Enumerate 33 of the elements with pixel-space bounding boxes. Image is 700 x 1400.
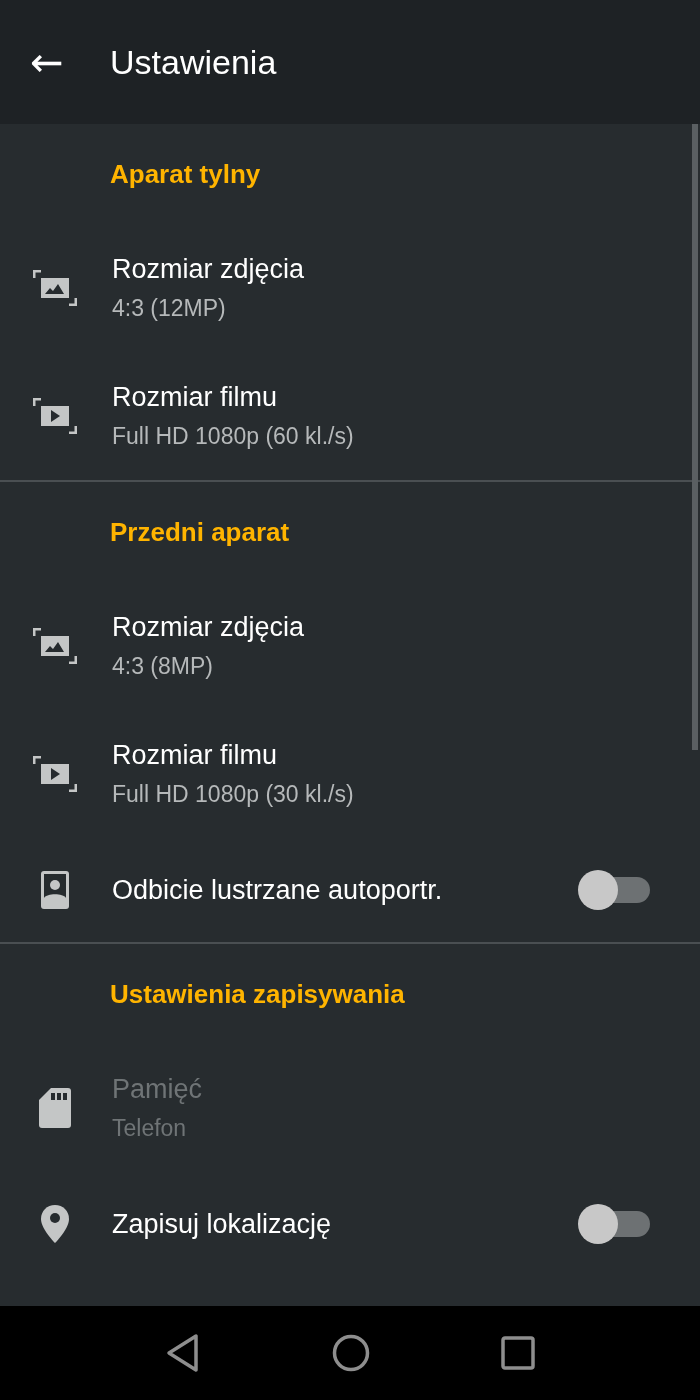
back-button[interactable]: ← bbox=[0, 42, 98, 82]
sd-card-icon bbox=[39, 1088, 71, 1128]
setting-title: Zapisuj lokalizację bbox=[112, 1208, 333, 1240]
setting-value: Full HD 1080p (30 kl./s) bbox=[112, 781, 354, 808]
setting-value: Full HD 1080p (60 kl./s) bbox=[112, 423, 354, 450]
setting-title: Rozmiar zdjęcia bbox=[112, 254, 305, 285]
setting-title: Rozmiar zdjęcia bbox=[112, 612, 305, 643]
section-header: Ustawienia zapisywania bbox=[110, 978, 405, 1010]
section-header: Przedni aparat bbox=[110, 516, 290, 548]
toggle-switch[interactable] bbox=[578, 1204, 650, 1244]
toggle-switch[interactable] bbox=[578, 870, 650, 910]
setting-title: Pamięć bbox=[112, 1074, 203, 1105]
setting-item[interactable]: Rozmiar zdjęcia 4:3 (8MP) bbox=[112, 612, 305, 680]
video-size-icon bbox=[33, 398, 77, 434]
setting-item[interactable]: Rozmiar filmu Full HD 1080p (60 kl./s) bbox=[112, 382, 354, 450]
setting-item[interactable]: Rozmiar filmu Full HD 1080p (30 kl./s) bbox=[112, 740, 354, 808]
home-icon[interactable] bbox=[332, 1334, 370, 1372]
setting-title: Odbicie lustrzane autoportr. bbox=[112, 874, 444, 906]
setting-item[interactable]: Rozmiar zdjęcia 4:3 (12MP) bbox=[112, 254, 305, 322]
portrait-icon bbox=[40, 870, 70, 910]
setting-title: Rozmiar filmu bbox=[112, 382, 279, 413]
setting-value: Telefon bbox=[112, 1115, 188, 1142]
video-size-icon bbox=[33, 756, 77, 792]
setting-value: 4:3 (8MP) bbox=[112, 653, 214, 680]
setting-title: Rozmiar filmu bbox=[112, 740, 279, 771]
recents-icon[interactable] bbox=[500, 1336, 535, 1370]
setting-value: 4:3 (12MP) bbox=[112, 295, 227, 322]
photo-size-icon bbox=[33, 270, 77, 306]
location-pin-icon bbox=[40, 1204, 70, 1244]
scrollbar[interactable] bbox=[692, 124, 698, 750]
photo-size-icon bbox=[33, 628, 77, 664]
screen-title: Ustawienia bbox=[110, 42, 277, 82]
section-header: Aparat tylny bbox=[110, 158, 261, 190]
